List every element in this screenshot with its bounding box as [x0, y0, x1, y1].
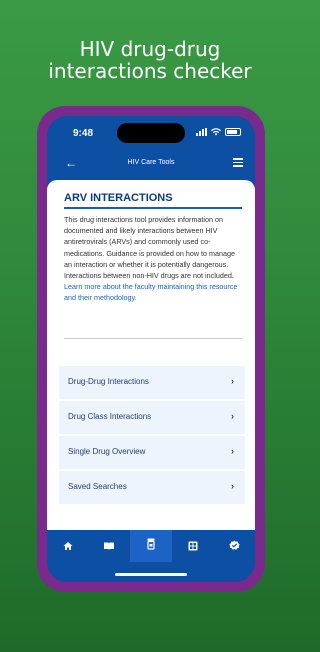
chevron-right-icon: ›: [231, 376, 234, 386]
status-bar: 9:48: [47, 116, 255, 148]
tool-menu: Drug-Drug Interactions › Drug Class Inte…: [59, 366, 245, 506]
status-time: 9:48: [73, 128, 94, 139]
header-title: HIV Care Tools: [127, 159, 175, 166]
learn-more-link[interactable]: Learn more about the faculty maintaining…: [64, 282, 237, 302]
section-divider: [64, 338, 242, 339]
headline-line-1: HIV drug-drug: [79, 37, 221, 61]
calculator-icon: [188, 541, 198, 551]
dynamic-island: [117, 123, 185, 143]
menu-item-single-drug-overview[interactable]: Single Drug Overview ›: [59, 436, 245, 469]
chevron-right-icon: ›: [231, 481, 234, 491]
chevron-right-icon: ›: [231, 411, 234, 421]
menu-item-label: Single Drug Overview: [68, 447, 146, 456]
wifi-icon: [211, 128, 221, 136]
chevron-right-icon: ›: [231, 446, 234, 456]
tab-library[interactable]: [89, 530, 131, 562]
description-text: This drug interactions tool provides inf…: [64, 215, 236, 281]
phone-screen: 9:48 ← HIV Care Tools ARV INTERACTIONS T…: [47, 116, 255, 582]
menu-item-label: Saved Searches: [68, 482, 127, 491]
app-header: ← HIV Care Tools: [47, 154, 255, 178]
promo-headline: HIV drug-drug interactions checker: [0, 38, 300, 82]
headline-line-2: interactions checker: [48, 59, 252, 83]
status-icons: [196, 128, 241, 136]
tab-verified[interactable]: [213, 530, 255, 562]
menu-item-label: Drug-Drug Interactions: [68, 377, 149, 386]
battery-icon: [225, 128, 241, 136]
pill-bottle-icon: [147, 538, 155, 550]
intro-description: This drug interactions tool provides inf…: [64, 214, 244, 304]
tab-home[interactable]: [47, 530, 89, 562]
tab-calculators[interactable]: [172, 530, 214, 562]
cellular-signal-icon: [196, 128, 207, 136]
badge-check-icon: [229, 540, 240, 550]
menu-item-label: Drug Class Interactions: [68, 412, 152, 421]
home-icon: [63, 542, 73, 550]
menu-item-drug-drug-interactions[interactable]: Drug-Drug Interactions ›: [59, 366, 245, 399]
hamburger-menu-icon[interactable]: [233, 158, 243, 169]
book-icon: [104, 542, 115, 550]
home-indicator: [115, 573, 187, 576]
menu-item-saved-searches[interactable]: Saved Searches ›: [59, 471, 245, 504]
title-underline: [64, 207, 242, 209]
page-title: ARV INTERACTIONS: [64, 192, 173, 204]
content-card: ARV INTERACTIONS This drug interactions …: [47, 180, 255, 542]
menu-item-drug-class-interactions[interactable]: Drug Class Interactions ›: [59, 401, 245, 434]
bottom-tab-bar: [47, 530, 255, 582]
tab-interactions[interactable]: [130, 530, 172, 562]
